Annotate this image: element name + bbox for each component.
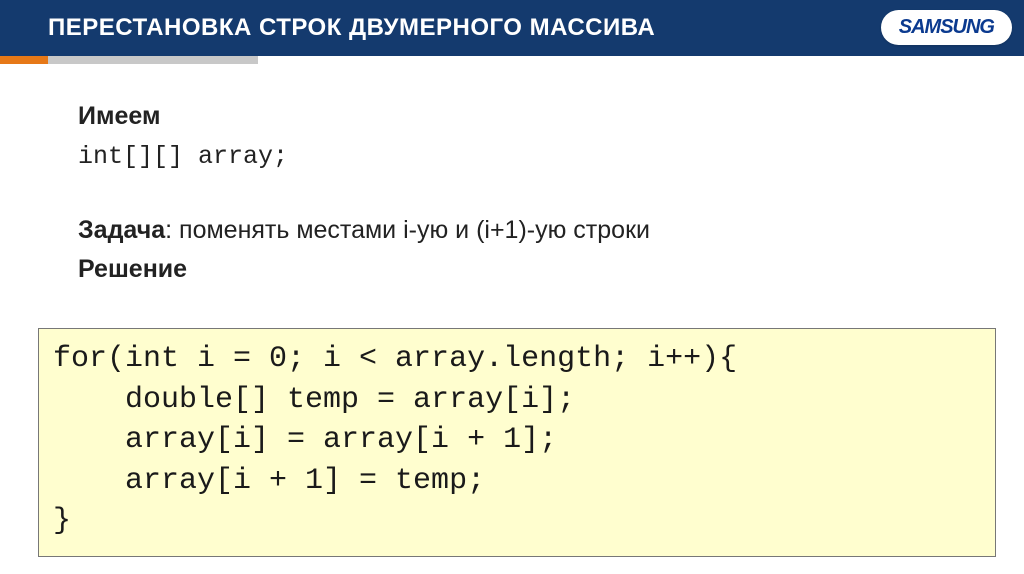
code-line-4: array[i + 1] = temp; bbox=[53, 464, 485, 498]
spacer bbox=[78, 180, 984, 214]
accent-orange bbox=[0, 56, 48, 64]
have-label: Имеем bbox=[78, 100, 984, 134]
code-line-1: for(int i = 0; i < array.length; i++){ bbox=[53, 342, 737, 376]
code-line-3: array[i] = array[i + 1]; bbox=[53, 423, 557, 457]
content-area: Имеем int[][] array; Задача: поменять ме… bbox=[78, 100, 984, 293]
brand-logo: SAMSUNG bbox=[881, 10, 1012, 45]
task-line: Задача: поменять местами i-ую и (i+1)-ую… bbox=[78, 214, 984, 248]
slide-header: ПЕРЕСТАНОВКА СТРОК ДВУМЕРНОГО МАССИВА SA… bbox=[0, 0, 1024, 56]
slide-title: ПЕРЕСТАНОВКА СТРОК ДВУМЕРНОГО МАССИВА bbox=[48, 14, 655, 42]
task-text: : поменять местами i-ую и (i+1)-ую строк… bbox=[165, 216, 650, 244]
code-line-5: } bbox=[53, 504, 71, 538]
code-line-2: double[] temp = array[i]; bbox=[53, 383, 575, 417]
solution-label: Решение bbox=[78, 253, 984, 287]
task-label: Задача bbox=[78, 216, 165, 244]
array-declaration: int[][] array; bbox=[78, 140, 984, 174]
code-block: for(int i = 0; i < array.length; i++){ d… bbox=[38, 328, 996, 557]
accent-gray bbox=[48, 56, 258, 64]
accent-bar bbox=[0, 56, 258, 76]
